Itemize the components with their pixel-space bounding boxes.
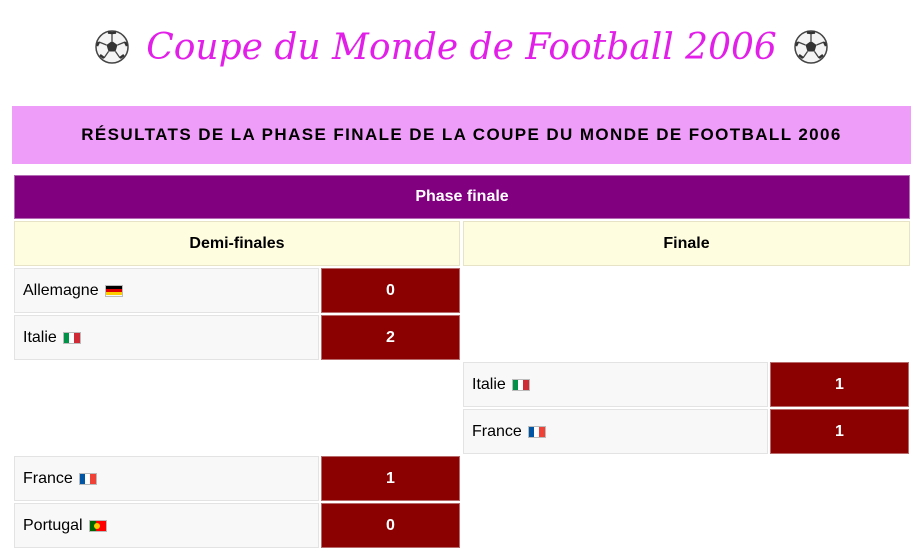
italy-flag-icon <box>511 378 530 391</box>
banner-heading: RÉSULTATS DE LA PHASE FINALE DE LA COUPE… <box>81 125 842 144</box>
score-cell: 0 <box>321 268 460 313</box>
portugal-flag-icon <box>88 519 107 532</box>
score-cell: 1 <box>321 456 460 501</box>
team-name: Italie <box>23 328 57 346</box>
team-name: Allemagne <box>23 281 99 299</box>
page-title: Coupe du Monde de Football 2006 <box>146 26 777 68</box>
round-header-final: Finale <box>463 221 910 266</box>
score-cell: 2 <box>321 315 460 360</box>
france-flag-icon <box>527 425 546 438</box>
team-name: Portugal <box>23 516 83 534</box>
team-cell: Italie <box>463 362 768 407</box>
soccer-ball-icon <box>794 30 828 64</box>
score-cell: 0 <box>321 503 460 548</box>
round-header-semifinals: Demi-finales <box>14 221 460 266</box>
team-cell: Italie <box>14 315 319 360</box>
team-cell: France <box>14 456 319 501</box>
score-cell: 1 <box>770 409 909 454</box>
team-cell: Portugal <box>14 503 319 548</box>
team-name: Italie <box>472 375 506 393</box>
team-cell: France <box>463 409 768 454</box>
results-banner: RÉSULTATS DE LA PHASE FINALE DE LA COUPE… <box>12 106 911 164</box>
soccer-ball-icon <box>95 30 129 64</box>
italy-flag-icon <box>62 331 81 344</box>
title-row: Coupe du Monde de Football 2006 <box>0 22 923 72</box>
score-cell: 1 <box>770 362 909 407</box>
phase-header: Phase finale <box>14 175 910 219</box>
team-cell: Allemagne <box>14 268 319 313</box>
france-flag-icon <box>78 472 97 485</box>
team-name: France <box>472 422 522 440</box>
germany-flag-icon <box>104 284 123 297</box>
team-name: France <box>23 469 73 487</box>
